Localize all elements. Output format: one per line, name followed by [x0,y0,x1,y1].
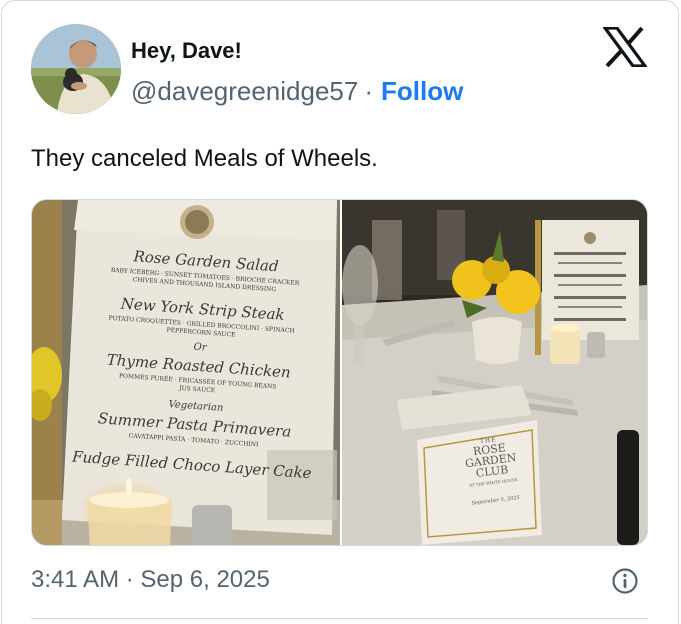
display-name[interactable]: Hey, Dave! [131,38,242,64]
info-icon[interactable] [611,567,639,595]
handle-row: @davegreenidge57 · Follow [131,76,463,107]
tweet-text: They canceled Meals of Wheels. [31,145,378,172]
dinner-menu: Rose Garden Salad BABY ICEBERG · SUNSET … [72,244,327,482]
divider [31,618,648,619]
x-logo-icon[interactable] [601,26,649,68]
handle[interactable]: @davegreenidge57 [131,76,358,106]
separator-dot: · [364,76,374,106]
timestamp-link[interactable]: 3:41 AM · Sep 6, 2025 [31,566,270,594]
photo-table-setting[interactable]: THE ROSE GARDEN CLUB AT THE WHITE HOUSE … [342,200,647,545]
photo-menu[interactable]: Rose Garden Salad BABY ICEBERG · SUNSET … [32,200,340,545]
avatar-photo [31,24,121,114]
media-grid: Rose Garden Salad BABY ICEBERG · SUNSET … [31,199,648,546]
rose-garden-club-card: THE ROSE GARDEN CLUB AT THE WHITE HOUSE … [443,433,540,509]
follow-button[interactable]: Follow [381,76,463,106]
avatar[interactable] [31,24,121,114]
